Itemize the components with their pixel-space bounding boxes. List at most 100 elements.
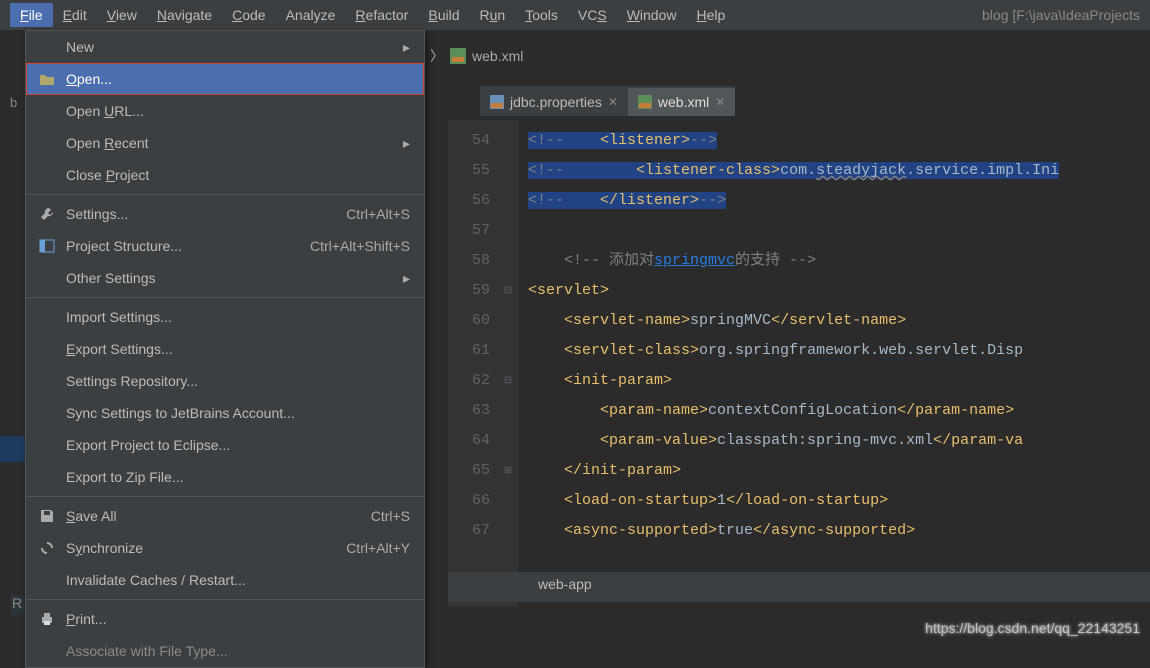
fold-marker[interactable] [498, 186, 518, 216]
file-menu-settings[interactable]: Settings...Ctrl+Alt+S [26, 198, 424, 230]
menu-item-label: Open... [66, 71, 112, 87]
line-number: 58 [448, 246, 490, 276]
file-menu-associate[interactable]: Associate with File Type... [26, 635, 424, 667]
line-number: 56 [448, 186, 490, 216]
menu-navigate[interactable]: Navigate [147, 3, 222, 27]
fold-marker[interactable] [498, 396, 518, 426]
file-menu-openrecent[interactable]: Open Recent▸ [26, 127, 424, 159]
menu-run[interactable]: Run [469, 3, 515, 27]
line-number: 64 [448, 426, 490, 456]
menu-view[interactable]: View [97, 3, 147, 27]
fold-marker[interactable] [498, 336, 518, 366]
file-menu-open[interactable]: Open... [26, 63, 424, 95]
menu-refactor[interactable]: Refactor [345, 3, 418, 27]
code-line[interactable]: <!-- <listener-class>com.steadyjack.serv… [528, 156, 1150, 186]
menu-code[interactable]: Code [222, 3, 275, 27]
fold-marker[interactable] [498, 516, 518, 546]
tab-web-xml[interactable]: web.xml✕ [628, 86, 735, 116]
file-menu-importsettings[interactable]: Import Settings... [26, 301, 424, 333]
code-editor[interactable]: 5455565758596061626364656667 ⊟ ⊟ ⊞ <!-- <l… [448, 120, 1150, 607]
fold-marker[interactable]: ⊞ [498, 456, 518, 486]
menu-analyze[interactable]: Analyze [276, 3, 346, 27]
file-menu-exportsettings[interactable]: Export Settings... [26, 333, 424, 365]
file-menu-syncjb[interactable]: Sync Settings to JetBrains Account... [26, 397, 424, 429]
fold-marker[interactable] [498, 426, 518, 456]
breadcrumb-file[interactable]: web.xml [472, 48, 523, 64]
code-line[interactable]: </init-param> [528, 456, 1150, 486]
file-menu-exportzip[interactable]: Export to Zip File... [26, 461, 424, 493]
menu-item-label: Print... [66, 611, 106, 627]
file-menu-projectstructure[interactable]: Project Structure...Ctrl+Alt+Shift+S [26, 230, 424, 262]
file-menu-saveall[interactable]: Save AllCtrl+S [26, 500, 424, 532]
submenu-arrow-icon: ▸ [403, 39, 410, 56]
line-number-gutter: 5455565758596061626364656667 [448, 120, 498, 607]
code-line[interactable]: <async-supported>true</async-supported> [528, 516, 1150, 546]
file-menu-sync[interactable]: SynchronizeCtrl+Alt+Y [26, 532, 424, 564]
line-number: 62 [448, 366, 490, 396]
line-number: 60 [448, 306, 490, 336]
file-menu-exporteclipse[interactable]: Export Project to Eclipse... [26, 429, 424, 461]
file-icon [490, 95, 504, 109]
sync-icon [38, 539, 56, 557]
breadcrumb-context[interactable]: web-app [538, 576, 592, 592]
fold-marker[interactable] [498, 246, 518, 276]
menu-vcs[interactable]: VCS [568, 3, 617, 27]
fold-marker[interactable] [498, 126, 518, 156]
menu-separator [26, 599, 424, 600]
folder-icon [38, 70, 56, 88]
close-icon[interactable]: ✕ [715, 95, 725, 109]
menu-item-label: Open Recent [66, 135, 149, 151]
tab-jdbc-properties[interactable]: jdbc.properties✕ [480, 86, 628, 116]
menu-edit[interactable]: Edit [53, 3, 97, 27]
file-menu-settingsrepo[interactable]: Settings Repository... [26, 365, 424, 397]
file-menu-invalidate[interactable]: Invalidate Caches / Restart... [26, 564, 424, 596]
project-panel-fragment: b [10, 95, 17, 110]
code-line[interactable]: <servlet-class>org.springframework.web.s… [528, 336, 1150, 366]
code-line[interactable]: <!-- 添加对springmvc的支持 --> [528, 246, 1150, 276]
fold-marker[interactable]: ⊟ [498, 366, 518, 396]
fold-marker[interactable] [498, 156, 518, 186]
code-line[interactable]: <!-- <listener>--> [528, 126, 1150, 156]
file-menu-openurl[interactable]: Open URL... [26, 95, 424, 127]
menu-item-label: Invalidate Caches / Restart... [66, 572, 246, 588]
left-gutter-marker: R [10, 595, 24, 615]
line-number: 61 [448, 336, 490, 366]
file-icon [638, 95, 652, 109]
menu-item-label: Synchronize [66, 540, 143, 556]
fold-marker[interactable] [498, 216, 518, 246]
code-line[interactable]: <param-value>classpath:spring-mvc.xml</p… [528, 426, 1150, 456]
fold-gutter[interactable]: ⊟ ⊟ ⊞ [498, 120, 518, 607]
editor-breadcrumb-bar[interactable]: web-app [448, 572, 1150, 602]
code-line[interactable]: <servlet> [528, 276, 1150, 306]
fold-marker[interactable] [498, 486, 518, 516]
menu-build[interactable]: Build [418, 3, 469, 27]
code-line[interactable]: <servlet-name>springMVC</servlet-name> [528, 306, 1150, 336]
file-menu-closeproject[interactable]: Close Project [26, 159, 424, 191]
code-line[interactable]: <!-- </listener>--> [528, 186, 1150, 216]
menu-item-label: Export Project to Eclipse... [66, 437, 230, 453]
file-menu-new[interactable]: New▸ [26, 31, 424, 63]
menu-item-label: Settings... [66, 206, 128, 222]
save-icon [38, 507, 56, 525]
fold-marker[interactable]: ⊟ [498, 276, 518, 306]
code-line[interactable]: <param-name>contextConfigLocation</param… [528, 396, 1150, 426]
file-menu-print[interactable]: Print... [26, 603, 424, 635]
menu-item-label: Associate with File Type... [66, 643, 228, 659]
code-area[interactable]: <!-- <listener>--><!-- <listener-class>c… [518, 120, 1150, 607]
close-icon[interactable]: ✕ [608, 95, 618, 109]
menubar: FileEditViewNavigateCodeAnalyzeRefactorB… [0, 0, 1150, 30]
code-line[interactable] [528, 216, 1150, 246]
menu-file[interactable]: File [10, 3, 53, 27]
menu-item-label: Export to Zip File... [66, 469, 183, 485]
menu-window[interactable]: Window [617, 3, 687, 27]
breadcrumb[interactable]: 〉 web.xml [430, 46, 523, 66]
chevron-right-icon: 〉 [430, 46, 444, 66]
file-menu-dropdown: New▸Open...Open URL...Open Recent▸Close … [25, 30, 425, 668]
file-menu-othersettings[interactable]: Other Settings▸ [26, 262, 424, 294]
code-line[interactable]: <init-param> [528, 366, 1150, 396]
menu-help[interactable]: Help [687, 3, 736, 27]
menu-separator [26, 496, 424, 497]
code-line[interactable]: <load-on-startup>1</load-on-startup> [528, 486, 1150, 516]
fold-marker[interactable] [498, 306, 518, 336]
menu-tools[interactable]: Tools [515, 3, 568, 27]
